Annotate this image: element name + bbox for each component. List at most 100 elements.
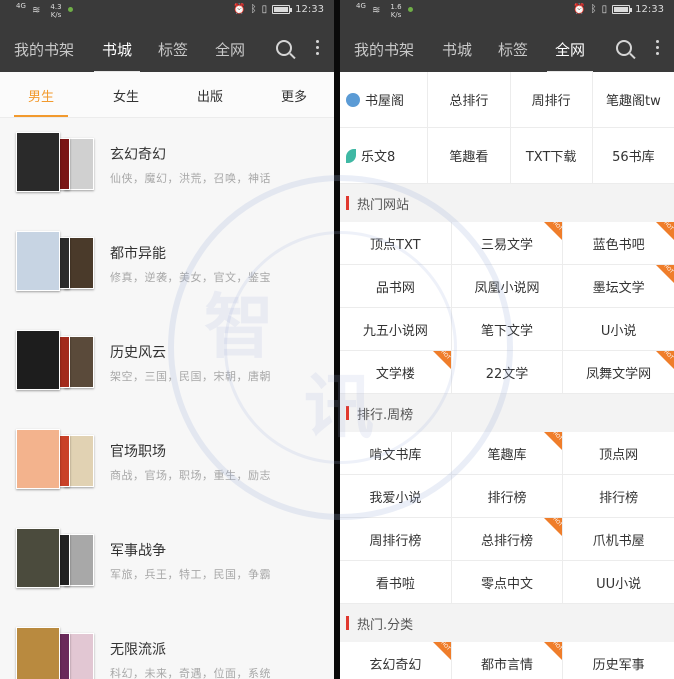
book-cover bbox=[16, 132, 60, 192]
category-tags: 修真，逆袭，美女，官文，鉴宝 bbox=[110, 271, 271, 284]
app-bar: 我的书架 书城 标签 全网 bbox=[340, 22, 674, 73]
site-link[interactable]: 56书库 bbox=[593, 128, 674, 183]
site-link[interactable]: 我爱小说 bbox=[340, 475, 452, 517]
grid-row: 看书啦 零点中文 UU小说 bbox=[340, 561, 674, 604]
chat-bubble-logo-icon bbox=[346, 92, 360, 107]
tab-bookstore[interactable]: 书城 bbox=[442, 39, 472, 60]
site-link[interactable]: 看书啦 bbox=[340, 561, 452, 603]
site-grid: 玄幻奇幻 HOT 都市言情 HOT 历史军事 bbox=[340, 642, 674, 679]
grid-row: 文学楼 HOT 22文学 凤舞文学网 HOT bbox=[340, 351, 674, 394]
site-link-label: 凤凰小说网 bbox=[474, 280, 540, 296]
section-header: 热门网站 bbox=[340, 184, 674, 222]
leaf-logo-icon bbox=[346, 148, 356, 163]
book-cover bbox=[16, 231, 60, 291]
site-link[interactable]: 顶点网 bbox=[563, 432, 674, 474]
tab-tags[interactable]: 标签 bbox=[158, 39, 188, 60]
site-link-label: 总排行 bbox=[449, 94, 489, 109]
site-link[interactable]: 排行榜 bbox=[563, 475, 674, 517]
battery-icon bbox=[272, 5, 293, 14]
hot-badge-text: HOT bbox=[439, 642, 452, 652]
grid-row: 玄幻奇幻 HOT 都市言情 HOT 历史军事 bbox=[340, 642, 674, 679]
net-speed: 4.3 K/s bbox=[50, 3, 62, 19]
site-link[interactable]: UU小说 bbox=[563, 561, 674, 603]
site-link[interactable]: 蓝色书吧 HOT bbox=[563, 222, 674, 264]
site-link-label: 笔趣阁tw bbox=[606, 94, 661, 109]
site-link[interactable]: 乐文8 bbox=[340, 128, 429, 183]
site-link[interactable]: U小说 bbox=[563, 308, 674, 350]
category-title: 无限流派 bbox=[110, 642, 166, 658]
site-link[interactable]: 文学楼 HOT bbox=[340, 351, 452, 393]
site-link-label: 排行榜 bbox=[599, 490, 639, 506]
site-link[interactable]: 笔趣看 bbox=[428, 128, 511, 183]
left-screen: 4G ≋ 4.3 K/s ⏰ ᛒ ▯ 12:33 我的书架 书城 标签 全网 男… bbox=[0, 0, 334, 679]
more-vertical-icon[interactable] bbox=[316, 40, 320, 58]
gender-tab-female[interactable]: 女生 bbox=[113, 86, 139, 105]
site-link[interactable]: 凤舞文学网 HOT bbox=[563, 351, 674, 393]
tab-all-web[interactable]: 全网 bbox=[215, 39, 245, 60]
grid-row: 九五小说网 笔下文学 U小说 bbox=[340, 308, 674, 351]
site-link[interactable]: 顶点TXT bbox=[340, 222, 452, 264]
app-bar: 我的书架 书城 标签 全网 bbox=[0, 22, 334, 73]
section-header: 热门.分类 bbox=[340, 604, 674, 642]
site-link-label: 玄幻奇幻 bbox=[369, 657, 422, 673]
grid-row: 顶点TXT 三易文学 HOT 蓝色书吧 HOT bbox=[340, 222, 674, 265]
site-link[interactable]: 品书网 bbox=[340, 265, 452, 307]
site-link[interactable]: TXT下载 bbox=[511, 128, 593, 183]
search-icon[interactable] bbox=[276, 40, 292, 56]
site-link-label: 凤舞文学网 bbox=[586, 366, 652, 382]
category-list: 玄幻奇幻 仙侠，魔幻，洪荒，召唤，神话都市异能修真，逆袭，美女，官文，鉴宝历史风云… bbox=[0, 118, 334, 679]
category-item[interactable]: 官场职场 商战，官场，职场，重生，励志 bbox=[0, 415, 334, 514]
site-link[interactable]: 零点中文 bbox=[452, 561, 564, 603]
category-title: 都市异能 bbox=[110, 246, 166, 262]
tab-tags[interactable]: 标签 bbox=[498, 39, 528, 60]
site-link[interactable]: 周排行榜 bbox=[340, 518, 452, 560]
site-link[interactable]: 凤凰小说网 bbox=[452, 265, 564, 307]
tab-all-web[interactable]: 全网 bbox=[546, 39, 594, 73]
site-link[interactable]: 书屋阁 bbox=[340, 72, 429, 127]
site-link-label: 我爱小说 bbox=[369, 490, 422, 506]
site-link[interactable]: 九五小说网 bbox=[340, 308, 452, 350]
gender-tab-publish[interactable]: 出版 bbox=[197, 86, 223, 105]
gender-tab-more[interactable]: 更多 bbox=[281, 86, 307, 105]
tab-bookstore[interactable]: 书城 bbox=[93, 39, 141, 73]
site-link-label: 爪机书屋 bbox=[592, 533, 645, 549]
site-link-label: 笔下文学 bbox=[481, 323, 534, 339]
site-link[interactable]: 笔趣阁tw bbox=[593, 72, 674, 127]
vibrate-icon: ▯ bbox=[601, 4, 608, 15]
site-link[interactable]: 墨坛文学 HOT bbox=[563, 265, 674, 307]
grid-row: 啃文书库 笔趣库 HOT 顶点网 bbox=[340, 432, 674, 475]
tab-bookshelf[interactable]: 我的书架 bbox=[14, 39, 74, 60]
site-link[interactable]: 22文学 bbox=[452, 351, 564, 393]
category-item[interactable]: 无限流派 科幻，未来，奇遇，位面，系统 bbox=[0, 613, 334, 679]
site-link[interactable]: 历史军事 bbox=[563, 642, 674, 679]
site-link[interactable]: 笔下文学 bbox=[452, 308, 564, 350]
more-vertical-icon[interactable] bbox=[656, 40, 660, 58]
category-item[interactable]: 玄幻奇幻 仙侠，魔幻，洪荒，召唤，神话 bbox=[0, 118, 334, 217]
site-link[interactable]: 都市言情 HOT bbox=[452, 642, 564, 679]
site-row: 乐文8 笔趣看 TXT下载 56书库 bbox=[340, 128, 674, 184]
book-cover bbox=[16, 627, 60, 679]
site-link[interactable]: 周排行 bbox=[511, 72, 593, 127]
site-link[interactable]: 总排行 bbox=[428, 72, 511, 127]
site-link[interactable]: 爪机书屋 bbox=[563, 518, 674, 560]
hot-badge-text: HOT bbox=[551, 642, 563, 652]
site-link[interactable]: 笔趣库 HOT bbox=[452, 432, 564, 474]
site-link-label: U小说 bbox=[600, 323, 637, 339]
category-title: 玄幻奇幻 bbox=[110, 147, 166, 163]
tab-bookshelf[interactable]: 我的书架 bbox=[354, 39, 414, 60]
search-icon[interactable] bbox=[616, 40, 632, 56]
status-bar: 4G ≋ 1.6 K/s ⏰ ᛒ ▯ 12:33 bbox=[340, 0, 674, 22]
book-cover bbox=[16, 429, 60, 489]
category-item[interactable]: 军事战争 军旅，兵王，特工，民国，争霸 bbox=[0, 514, 334, 613]
gender-tab-male[interactable]: 男生 bbox=[13, 86, 69, 117]
site-link[interactable]: 排行榜 bbox=[452, 475, 564, 517]
category-item[interactable]: 都市异能修真，逆袭，美女，官文，鉴宝 bbox=[0, 217, 334, 316]
site-link[interactable]: 玄幻奇幻 HOT bbox=[340, 642, 452, 679]
site-directory: 书屋阁 总排行 周排行 笔趣阁tw 乐文8 笔趣看 TXT下载 56书库 热门网站 顶点TXT 三易… bbox=[340, 72, 674, 679]
site-link[interactable]: 啃文书库 bbox=[340, 432, 452, 474]
grid-row: 品书网 凤凰小说网 墨坛文学 HOT bbox=[340, 265, 674, 308]
site-link[interactable]: 总排行榜 HOT bbox=[452, 518, 564, 560]
site-link-label: 九五小说网 bbox=[362, 323, 428, 339]
site-link[interactable]: 三易文学 HOT bbox=[452, 222, 564, 264]
category-item[interactable]: 历史风云 架空，三国，民国，宋朝，唐朝 bbox=[0, 316, 334, 415]
